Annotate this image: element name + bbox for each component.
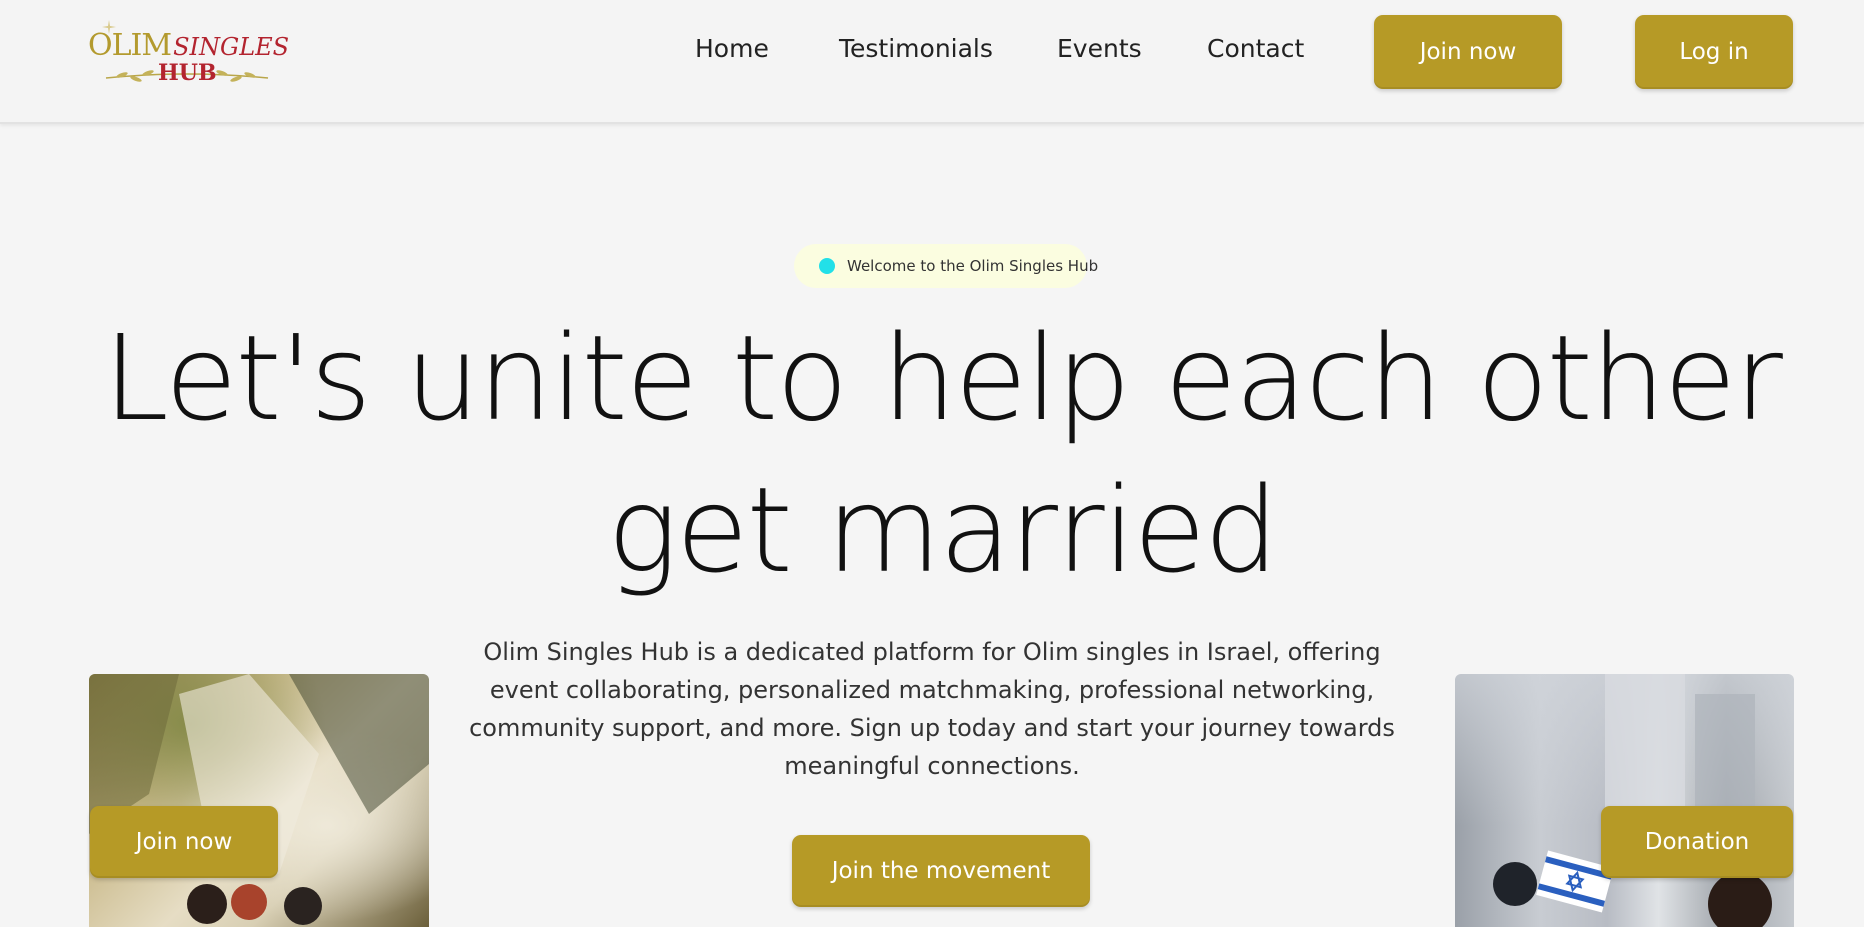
nav-testimonials[interactable]: Testimonials [839,34,993,63]
logo-hub-text: HUB [158,60,217,86]
hero-headline: Let's unite to help each other get marri… [60,302,1824,606]
hero-headline-line2: get married [607,461,1279,599]
cliff-scene-image [89,674,429,925]
brand-logo[interactable]: OLIMSINGLES HUB [88,20,289,88]
welcome-badge: Welcome to the Olim Singles Hub [794,244,1098,288]
hero-description: Olim Singles Hub is a dedicated platform… [469,638,1395,780]
status-dot-icon [819,258,835,274]
flag-photo-right [1455,674,1794,927]
join-movement-button[interactable]: Join the movement [792,835,1090,907]
logo-wordmark: OLIMSINGLES [88,28,289,63]
donation-button[interactable]: Donation [1601,806,1793,878]
couples-photo-left [89,674,429,927]
logo-singles-text: SINGLES [173,33,290,61]
nav-contact[interactable]: Contact [1207,34,1304,63]
login-button[interactable]: Log in [1635,15,1793,89]
welcome-badge-text: Welcome to the Olim Singles Hub [847,257,1099,275]
join-now-secondary-button[interactable]: Join now [90,806,278,878]
site-header: OLIMSINGLES HUB Home Testimonials Events… [0,0,1864,124]
join-now-button[interactable]: Join now [1374,15,1562,89]
hero-headline-line1: Let's unite to help each other [103,309,1783,447]
logo-olim-text: OLIM [88,28,172,63]
street-flag-scene-image [1493,674,1772,927]
nav-home[interactable]: Home [695,34,769,63]
nav-events[interactable]: Events [1057,34,1142,63]
